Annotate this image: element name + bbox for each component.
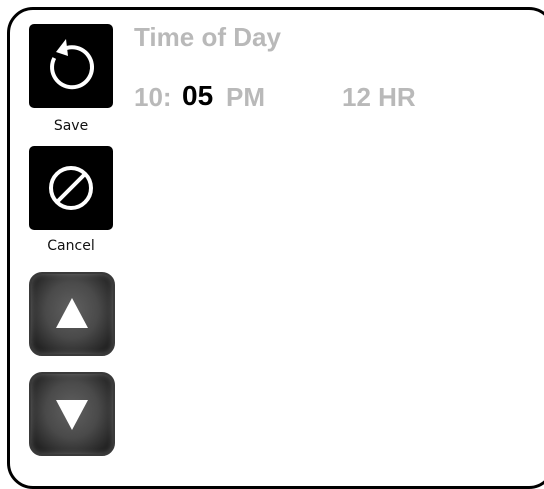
triangle-up-icon (56, 298, 88, 328)
page-title: Time of Day (134, 22, 281, 52)
time-format-field[interactable]: 12 HR (342, 82, 416, 113)
cancel-label: Cancel (47, 238, 95, 254)
cancel-button[interactable] (29, 146, 113, 230)
hour-field[interactable]: 10: (134, 82, 172, 113)
save-button[interactable] (29, 24, 113, 108)
prohibited-icon (49, 166, 93, 210)
minute-field[interactable]: 05 (182, 80, 213, 112)
triangle-down-icon (56, 400, 88, 430)
down-arrow-button[interactable] (29, 372, 115, 456)
ampm-field[interactable]: PM (226, 82, 265, 113)
save-label: Save (53, 118, 89, 134)
refresh-icon (50, 39, 95, 90)
up-arrow-button[interactable] (29, 272, 115, 356)
